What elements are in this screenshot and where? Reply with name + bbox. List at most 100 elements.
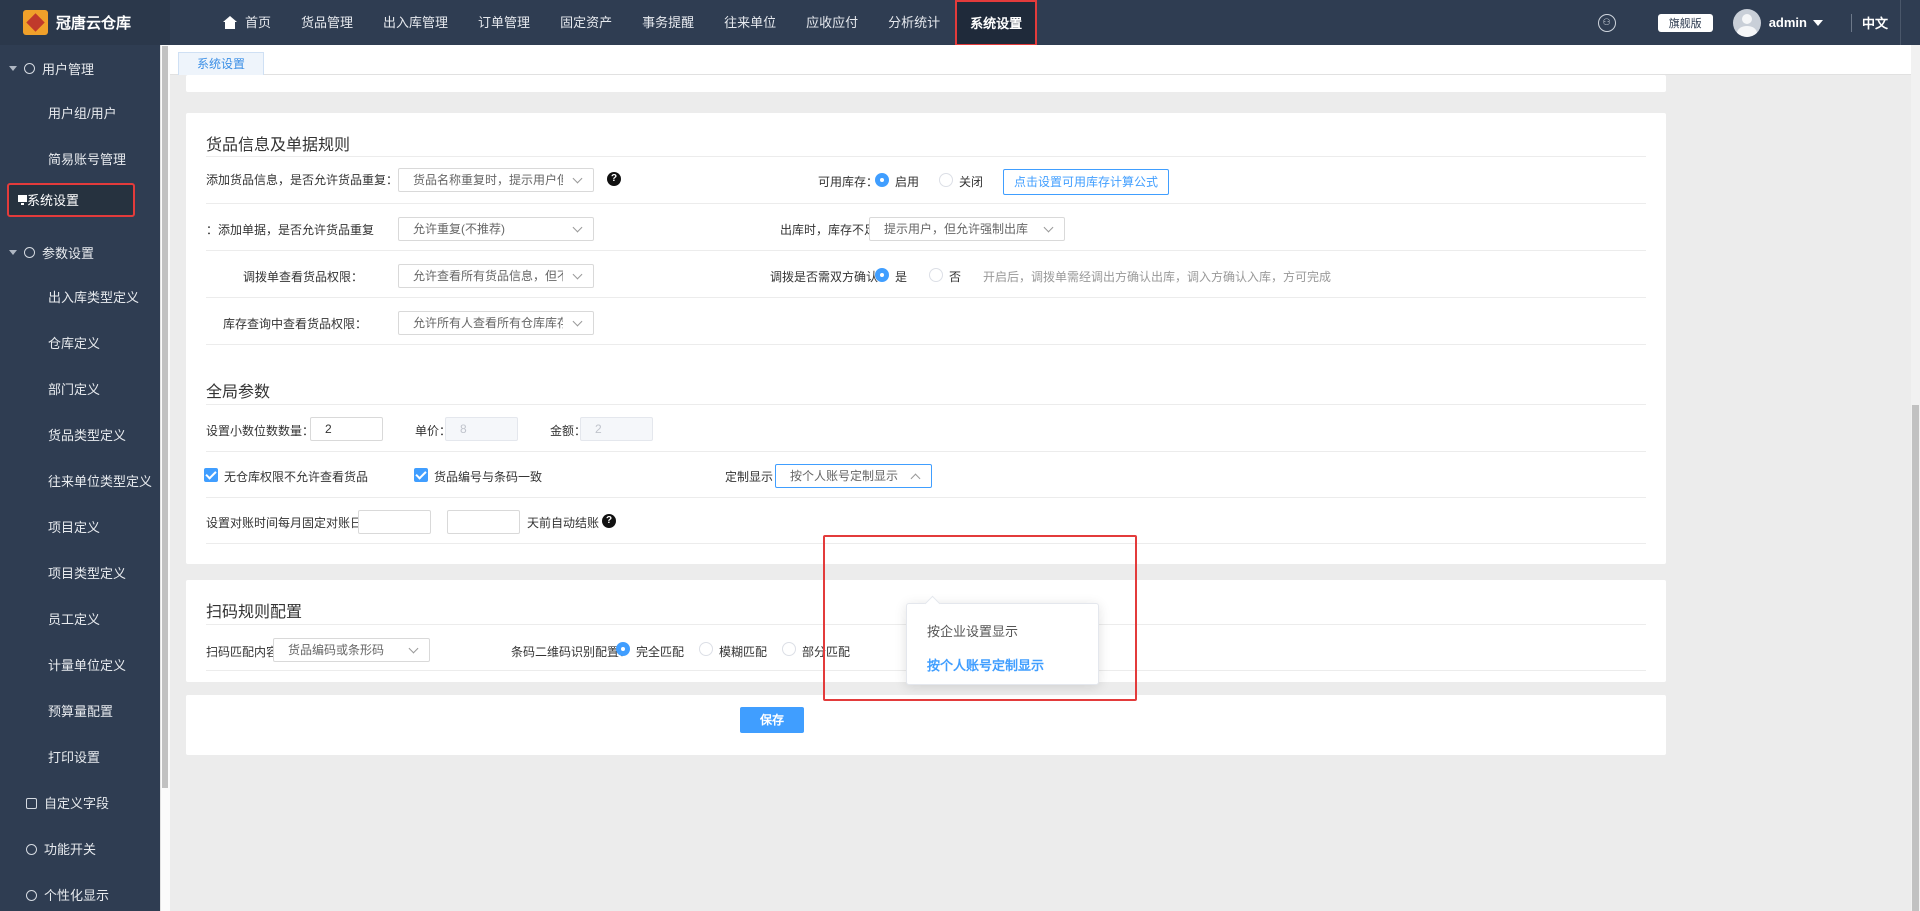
footer-panel: 保存 [186,695,1666,755]
chevron-down-icon [1043,222,1054,233]
avail-stock-off-label[interactable]: 关闭 [959,173,983,190]
top-nav: 首页 货品管理 出入库管理 订单管理 固定资产 事务提醒 往来单位 应收应付 分… [208,0,1038,46]
avail-stock-on-radio[interactable] [875,173,889,187]
sidebar-item-partner-types[interactable]: 往来单位类型定义 [0,459,160,505]
highlight-box [823,535,1137,701]
code-barcode-label[interactable]: 货品编号与条码一致 [434,468,542,485]
dup-doc-select[interactable]: 允许重复(不推荐) [398,217,594,241]
nav-system-settings[interactable]: 系统设置 [955,0,1038,46]
sidebar-item-feature-switch[interactable]: 功能开关 [0,827,160,873]
avatar[interactable] [1732,8,1761,37]
sidebar-group-user-mgmt[interactable]: 用户管理 [0,45,160,91]
sidebar-item-units[interactable]: 计量单位定义 [0,643,160,689]
transfer-yes-label[interactable]: 是 [895,268,907,285]
edition-badge: 旗舰版 [1657,13,1713,32]
fuzzy-match-label[interactable]: 模糊匹配 [719,643,767,660]
nav-orders[interactable]: 订单管理 [463,0,545,45]
no-wh-perm-label[interactable]: 无仓库权限不允许查看货品 [224,468,368,485]
stock-query-label: 库存查询中查看货品权限： [223,317,368,331]
sidebar-item-user-group[interactable]: 用户组/用户 [0,91,160,137]
divider [206,250,1646,251]
divider [206,203,1646,204]
custom-display-select[interactable]: 按个人账号定制显示 [775,464,932,488]
logo-text: 冠唐云仓库 [56,15,132,32]
dup-goods-label: 添加货品信息，是否允许货品重复： [206,173,399,187]
top-right-bar: ⚇ 旗舰版 admin 中文 [1597,0,1920,45]
stock-query-select[interactable]: 允许所有人查看所有仓库库存 [398,311,594,335]
tab-bar: 系统设置 [170,45,1920,75]
price-decimals-input: 8 [445,417,518,441]
nav-partners[interactable]: 往来单位 [709,0,791,45]
code-barcode-checkbox[interactable] [414,468,428,482]
sidebar-item-departments[interactable]: 部门定义 [0,367,160,413]
user-icon [24,62,35,74]
no-wh-perm-checkbox[interactable] [204,468,218,482]
divider [1850,13,1852,32]
expand-caret-icon [9,65,17,71]
user-name[interactable]: admin [1769,15,1807,30]
divider [206,497,1646,498]
nav-reminders[interactable]: 事务提醒 [627,0,709,45]
avail-formula-button[interactable]: 点击设置可用库存计算公式 [1003,169,1170,195]
nav-receivables[interactable]: 应收应付 [791,0,873,45]
exact-match-label[interactable]: 完全匹配 [636,643,684,660]
nav-analytics[interactable]: 分析统计 [873,0,955,45]
exact-match-radio[interactable] [616,642,630,656]
nav-goods[interactable]: 货品管理 [286,0,368,45]
service-icon[interactable]: ⚇ [1597,13,1616,32]
transfer-view-select[interactable]: 允许查看所有货品信息，但不允许查 [398,264,594,288]
app-logo[interactable]: 冠唐云仓库 [0,0,170,45]
nav-inout[interactable]: 出入库管理 [368,0,463,45]
home-icon [223,16,237,29]
nav-assets[interactable]: 固定资产 [545,0,627,45]
gear-icon [24,246,35,258]
transfer-yes-radio[interactable] [875,268,889,282]
amount-decimals-input: 2 [580,417,653,441]
sidebar-scrollbar-thumb[interactable] [162,46,168,788]
divider [206,156,1646,157]
help-icon[interactable]: ? [602,514,616,528]
sidebar-group-params[interactable]: 参数设置 [0,229,160,275]
partial-match-radio[interactable] [782,642,796,656]
sidebar-item-budget[interactable]: 预算量配置 [0,689,160,735]
outbound-select[interactable]: 提示用户，但允许强制出库 [869,217,1065,241]
recon-day-input[interactable] [358,510,431,534]
scan-match-select[interactable]: 货品编码或条形码 [273,638,430,662]
sidebar-item-warehouses[interactable]: 仓库定义 [0,321,160,367]
avail-stock-label: 可用库存： [818,175,879,189]
fuzzy-match-radio[interactable] [699,642,713,656]
sidebar-item-print[interactable]: 打印设置 [0,735,160,781]
avail-stock-on-label[interactable]: 启用 [895,173,919,190]
transfer-confirm-label: 调拨是否需双方确认： [770,270,891,284]
qty-decimals-input[interactable]: 2 [310,417,383,441]
save-button[interactable]: 保存 [740,707,804,733]
form-icon [26,798,37,809]
sidebar-item-simple-account[interactable]: 简易账号管理 [0,137,160,183]
page-scrollbar-thumb[interactable] [1912,405,1919,911]
sidebar-item-inout-types[interactable]: 出入库类型定义 [0,275,160,321]
gear-icon [26,890,37,901]
language-switch[interactable]: 中文 [1862,13,1888,32]
sidebar-item-goods-types[interactable]: 货品类型定义 [0,413,160,459]
sidebar-item-personal-display[interactable]: 个性化显示 [0,873,160,911]
sidebar-item-system-settings[interactable]: 系统设置 [7,183,135,217]
transfer-no-radio[interactable] [929,268,943,282]
help-icon[interactable]: ? [607,172,621,186]
sidebar-item-project-types[interactable]: 项目类型定义 [0,551,160,597]
chevron-up-icon [910,473,921,484]
sidebar-item-projects[interactable]: 项目定义 [0,505,160,551]
sidebar-item-employees[interactable]: 员工定义 [0,597,160,643]
tab-system-settings[interactable]: 系统设置 [178,52,265,75]
sidebar-item-custom-fields[interactable]: 自定义字段 [0,781,160,827]
user-menu-caret-icon[interactable] [1812,19,1823,26]
nav-home[interactable]: 首页 [208,0,286,45]
divider [1900,0,1901,45]
divider [206,344,1646,345]
avail-stock-off-radio[interactable] [939,173,953,187]
dup-goods-select[interactable]: 货品名称重复时，提示用户但允许添 [398,168,594,192]
global-params-title: 全局参数 [206,384,271,401]
transfer-no-label[interactable]: 否 [949,268,961,285]
barcode-config-label: 条码二维码识别配置： [511,645,632,659]
sidebar: 用户管理 用户组/用户 简易账号管理 系统设置 参数设置 出入库类型定义 仓库定… [0,45,170,911]
auto-close-days-input[interactable] [447,510,520,534]
